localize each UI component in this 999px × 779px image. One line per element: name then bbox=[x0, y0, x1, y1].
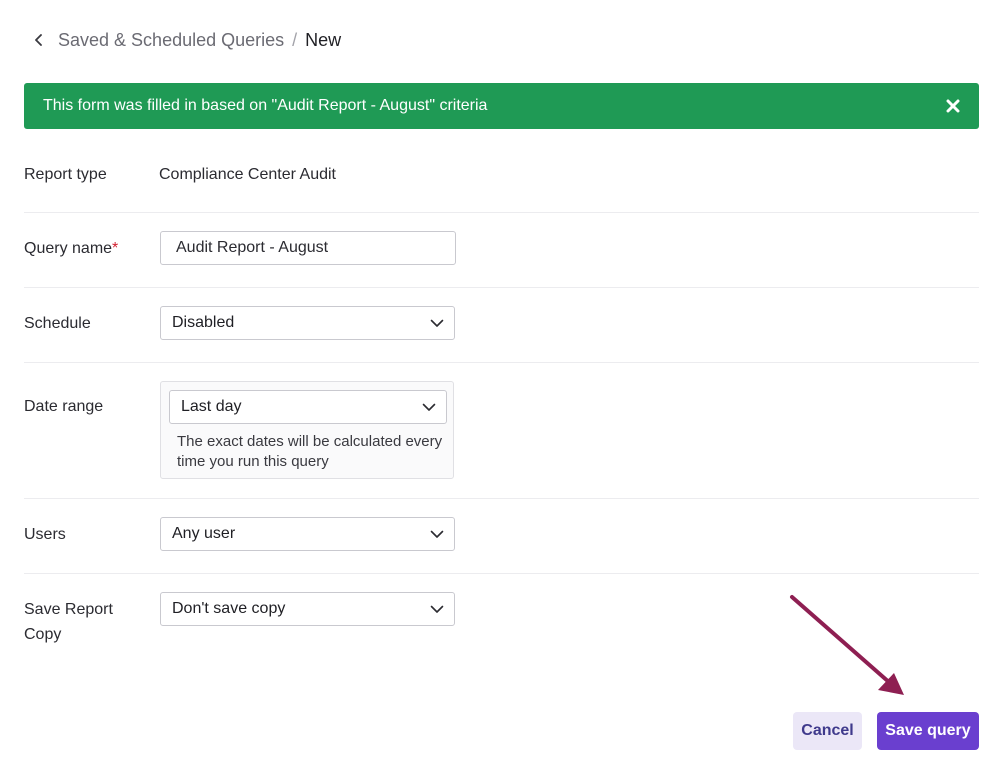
report-type-label: Report type bbox=[24, 166, 107, 183]
report-type-value: Compliance Center Audit bbox=[159, 166, 336, 183]
date-range-label: Date range bbox=[24, 398, 104, 415]
date-range-select[interactable]: Last day bbox=[169, 390, 447, 424]
cancel-button[interactable]: Cancel bbox=[793, 712, 862, 750]
close-icon[interactable] bbox=[945, 98, 961, 114]
save-report-copy-label: Save Report Copy bbox=[24, 601, 113, 643]
query-name-label: Query name* bbox=[24, 236, 144, 261]
date-range-box: Last day The exact dates will be calcula… bbox=[160, 381, 454, 479]
row-date-range: Date range Last day The exact dates will… bbox=[24, 363, 979, 499]
annotation-arrow-icon bbox=[790, 595, 904, 695]
users-selected-value: Any user bbox=[172, 525, 236, 542]
date-range-selected-value: Last day bbox=[181, 398, 242, 415]
breadcrumb: Saved & Scheduled Queries / New bbox=[34, 28, 341, 52]
save-report-copy-select[interactable]: Don't save copy bbox=[160, 592, 455, 626]
breadcrumb-separator: / bbox=[292, 30, 298, 50]
chevron-left-icon[interactable] bbox=[34, 28, 48, 52]
row-schedule: Schedule Disabled bbox=[24, 288, 979, 363]
users-select[interactable]: Any user bbox=[160, 517, 455, 551]
chevron-down-icon bbox=[422, 402, 436, 412]
save-query-button[interactable]: Save query bbox=[877, 712, 979, 750]
banner-message: This form was filled in based on "Audit … bbox=[43, 97, 488, 114]
date-range-hint: The exact dates will be calculated every… bbox=[177, 433, 443, 470]
users-label: Users bbox=[24, 526, 66, 543]
chevron-down-icon bbox=[430, 529, 444, 539]
chevron-down-icon bbox=[430, 318, 444, 328]
save-report-copy-selected-value: Don't save copy bbox=[172, 600, 286, 617]
info-banner: This form was filled in based on "Audit … bbox=[24, 83, 979, 129]
row-users: Users Any user bbox=[24, 499, 979, 574]
page: Saved & Scheduled Queries / New This for… bbox=[0, 0, 999, 779]
chevron-down-icon bbox=[430, 604, 444, 614]
schedule-selected-value: Disabled bbox=[172, 314, 235, 331]
schedule-select[interactable]: Disabled bbox=[160, 306, 455, 340]
row-query-name: Query name* bbox=[24, 213, 979, 288]
breadcrumb-parent-link[interactable]: Saved & Scheduled Queries bbox=[58, 28, 284, 52]
row-report-type: Report type Compliance Center Audit bbox=[24, 150, 979, 213]
breadcrumb-current: New bbox=[305, 30, 342, 50]
required-mark: * bbox=[112, 240, 119, 257]
schedule-label: Schedule bbox=[24, 315, 91, 332]
query-name-label-text: Query name bbox=[24, 240, 113, 257]
query-name-input[interactable] bbox=[160, 231, 456, 265]
